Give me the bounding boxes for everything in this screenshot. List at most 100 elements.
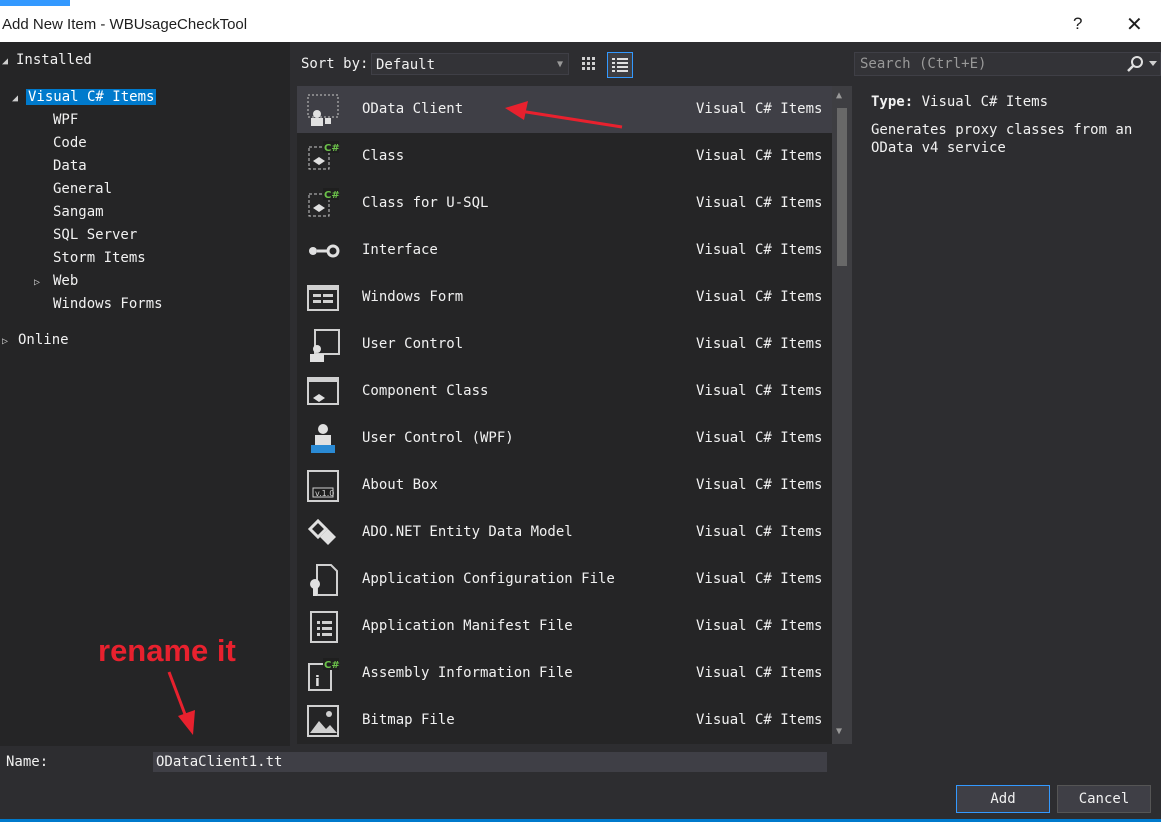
help-icon[interactable]: ? [1073,14,1082,34]
template-category: Visual C# Items [696,430,823,446]
template-name: Assembly Information File [362,665,573,681]
tree-node-online[interactable]: ▷ Online [2,330,69,350]
scrollbar-thumb[interactable] [837,108,847,266]
template-item[interactable]: Interface Visual C# Items [297,227,832,274]
template-category: Visual C# Items [696,665,823,681]
template-category: Visual C# Items [696,242,823,258]
svg-text:i: i [315,674,320,690]
template-category: Visual C# Items [696,477,823,493]
tree-node-storm-items[interactable]: Storm Items [53,248,146,268]
template-item[interactable]: C# Class Visual C# Items [297,133,832,180]
type-value: Visual C# Items [921,94,1049,110]
tree-node-sangam[interactable]: Sangam [53,202,104,222]
template-item[interactable]: User Control (WPF) Visual C# Items [297,415,832,462]
chevron-down-icon[interactable] [1149,61,1157,67]
tree-node-sql-server[interactable]: SQL Server [53,225,137,245]
grid-view-icon [582,57,595,70]
template-category: Visual C# Items [696,383,823,399]
template-list[interactable]: OData Client Visual C# Items C# Class Visual… [297,86,832,744]
template-item[interactable]: v.1.0 About Box Visual C# Items [297,462,832,509]
template-item[interactable]: C# i Assembly Information File Visual C# It… [297,650,832,697]
sort-dropdown[interactable]: Default ▼ [371,53,569,75]
template-item[interactable]: Bitmap File Visual C# Items [297,697,832,744]
close-icon[interactable]: ✕ [1126,12,1143,37]
tree-node-label: Installed [16,52,92,68]
template-item[interactable]: ADO.NET Entity Data Model Visual C# Items [297,509,832,556]
grid-view-button[interactable] [577,52,603,78]
list-scrollbar[interactable]: ▲ ▼ [832,86,852,744]
sort-value: Default [376,57,436,73]
template-category: Visual C# Items [696,712,823,728]
expanded-arrow-icon[interactable]: ◢ [12,89,26,109]
odata-client-icon [307,94,339,126]
template-name: User Control (WPF) [362,430,514,446]
template-name: ADO.NET Entity Data Model [362,524,573,540]
scroll-down-icon[interactable]: ▼ [836,726,842,737]
tree-node-data[interactable]: Data [53,156,87,176]
bitmap-file-icon [307,705,339,737]
template-category: Visual C# Items [696,289,823,305]
svg-text:C#: C# [324,190,340,201]
template-category: Visual C# Items [696,336,823,352]
template-name: OData Client [362,101,464,117]
type-label: Type: [871,94,914,110]
template-item[interactable]: Application Manifest File Visual C# Items [297,603,832,650]
cancel-button[interactable]: Cancel [1057,785,1151,813]
list-view-button[interactable] [607,52,633,78]
about-box-icon: v.1.0 [307,470,339,502]
tree-node-installed[interactable]: ◢ Installed [2,50,92,70]
expanded-arrow-icon[interactable]: ◢ [2,52,16,72]
chevron-down-icon: ▼ [556,59,563,70]
svg-text:C#: C# [324,143,340,154]
template-item[interactable]: Application Configuration File Visual C# … [297,556,832,603]
tree-node-code[interactable]: Code [53,133,87,153]
app-config-icon [310,564,338,596]
app-manifest-icon [310,611,338,643]
tree-node-wpf[interactable]: WPF [53,110,78,130]
search-input[interactable]: Search (Ctrl+E) [860,56,986,72]
user-control-wpf-icon [311,424,335,453]
name-input[interactable] [153,752,827,772]
template-name: Application Manifest File [362,618,573,634]
tree-node-windows-forms[interactable]: Windows Forms [53,294,163,314]
tree-node-general[interactable]: General [53,179,112,199]
template-name: Class [362,148,405,164]
template-name: About Box [362,477,438,493]
collapsed-arrow-icon[interactable]: ▷ [2,332,18,352]
template-item[interactable]: OData Client Visual C# Items [297,86,832,133]
windows-form-icon [307,285,339,311]
template-name: Application Configuration File [362,571,615,587]
svg-text:C#: C# [324,660,340,671]
template-category: Visual C# Items [696,524,823,540]
scroll-up-icon[interactable]: ▲ [836,90,842,101]
class-icon: C# [308,141,340,170]
description-panel: Type: Visual C# Items Generates proxy cl… [871,93,1151,157]
search-icon[interactable] [1127,55,1145,73]
list-view-icon [612,58,628,72]
class-usql-icon: C# [308,188,340,217]
title-bar: Add New Item - WBUsageCheckTool ? ✕ [0,6,1161,42]
search-box[interactable]: Search (Ctrl+E) [854,52,1161,76]
interface-icon [309,244,340,258]
tree-node-label: Visual C# Items [26,89,157,105]
template-category: Visual C# Items [696,148,823,164]
name-label: Name: [6,754,49,770]
template-category: Visual C# Items [696,571,823,587]
tree-node-web[interactable]: ▷ Web [34,271,78,291]
template-item[interactable]: Windows Form Visual C# Items [297,274,832,321]
template-name: Class for U-SQL [362,195,489,211]
template-name: Component Class [362,383,489,399]
template-name: User Control [362,336,464,352]
tree-node-label: Online [18,332,69,348]
template-name: Interface [362,242,438,258]
add-button[interactable]: Add [956,785,1050,813]
collapsed-arrow-icon[interactable]: ▷ [34,273,53,293]
template-item[interactable]: User Control Visual C# Items [297,321,832,368]
template-item[interactable]: Component Class Visual C# Items [297,368,832,415]
svg-text:v.1.0: v.1.0 [315,489,334,498]
tree-node-visual-csharp-items[interactable]: ◢ Visual C# Items [12,87,157,109]
component-class-icon [307,377,339,405]
template-category: Visual C# Items [696,195,823,211]
template-item[interactable]: C# Class for U-SQL Visual C# Items [297,180,832,227]
sort-label: Sort by: [301,56,369,72]
